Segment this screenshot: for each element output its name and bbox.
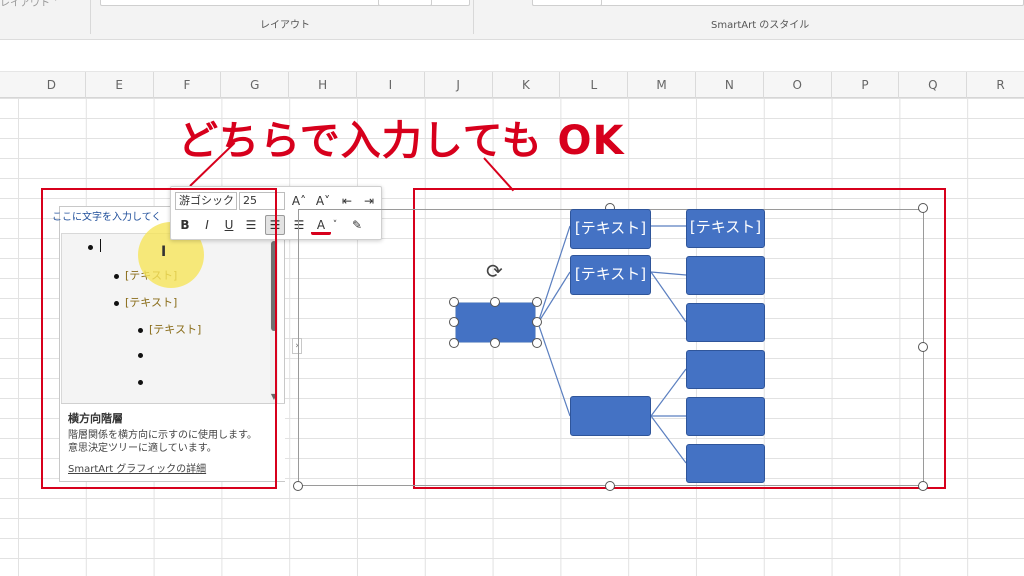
shape-resize-handle[interactable] bbox=[532, 297, 542, 307]
excel-window: レイアウト ˅ レイアウト SmartArt のスタイル DEFGHIJKLMN… bbox=[0, 0, 1024, 576]
connector-lines bbox=[537, 225, 687, 464]
shape-resize-handle[interactable] bbox=[449, 338, 459, 348]
shape-resize-handle[interactable] bbox=[449, 297, 459, 307]
smartart-level3-node[interactable] bbox=[686, 444, 765, 483]
smartart-level2-node[interactable] bbox=[570, 396, 651, 436]
shape-resize-handle[interactable] bbox=[490, 297, 500, 307]
rotate-handle-icon[interactable]: ⟳ bbox=[486, 259, 503, 283]
smartart-root-node[interactable] bbox=[455, 302, 536, 343]
smartart-level2-node[interactable]: [テキスト] bbox=[570, 255, 651, 295]
shape-resize-handle[interactable] bbox=[449, 317, 459, 327]
smartart-level3-node[interactable]: [テキスト] bbox=[686, 209, 765, 248]
smartart-level3-node[interactable] bbox=[686, 397, 765, 436]
smartart-level3-node[interactable] bbox=[686, 303, 765, 342]
shape-resize-handle[interactable] bbox=[532, 317, 542, 327]
smartart-level2-node[interactable]: [テキスト] bbox=[570, 209, 651, 249]
shape-resize-handle[interactable] bbox=[532, 338, 542, 348]
smartart-level3-node[interactable] bbox=[686, 256, 765, 295]
smartart-level3-node[interactable] bbox=[686, 350, 765, 389]
shape-resize-handle[interactable] bbox=[490, 338, 500, 348]
